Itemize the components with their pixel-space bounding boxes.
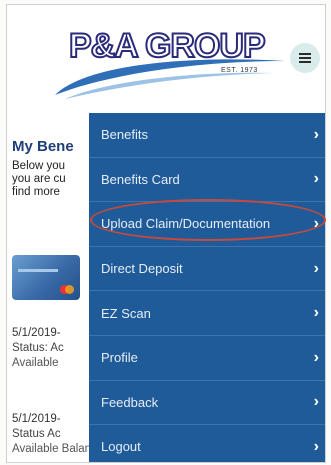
chevron-right-icon: › (313, 259, 319, 277)
menu-item-label: Benefits (101, 127, 148, 143)
menu-item-label: EZ Scan (101, 305, 151, 321)
menu-item-label: Logout (101, 439, 141, 455)
app-screen: P&A GROUP EST. 1973 My Bene Below you yo… (6, 4, 326, 463)
entry-status: Status: Ac (12, 342, 64, 354)
chevron-right-icon: › (313, 214, 319, 232)
header: P&A GROUP EST. 1973 (7, 5, 325, 105)
menu-item-feedback[interactable]: Feedback › (89, 381, 325, 426)
mastercard-logo-icon (60, 285, 74, 294)
menu-item-profile[interactable]: Profile › (89, 336, 325, 381)
chevron-right-icon: › (313, 348, 319, 366)
logo-established: EST. 1973 (221, 67, 258, 74)
menu-item-label: Upload Claim/Documentation (101, 216, 271, 232)
chevron-right-icon: › (313, 304, 319, 322)
menu-item-ez-scan[interactable]: EZ Scan › (89, 291, 325, 336)
menu-item-logout[interactable]: Logout › (89, 425, 325, 462)
menu-item-label: Feedback (101, 394, 159, 410)
entry-date: 5/1/2019- (12, 327, 61, 339)
hamburger-menu-icon (299, 51, 311, 65)
menu-item-label: Profile (101, 350, 138, 366)
menu-item-label: Benefits Card (101, 171, 180, 187)
chevron-right-icon: › (313, 170, 319, 188)
chevron-right-icon: › (313, 393, 319, 411)
entry-balance: Available (12, 357, 59, 369)
menu-item-direct-deposit[interactable]: Direct Deposit › (89, 247, 325, 292)
menu-button[interactable] (290, 43, 320, 73)
menu-item-benefits[interactable]: Benefits › (89, 113, 325, 158)
page-title: My Bene (12, 138, 74, 155)
navigation-menu: Benefits › Benefits Card › Upload Claim/… (89, 113, 325, 462)
benefits-card-image (12, 255, 80, 300)
chevron-right-icon: › (313, 437, 319, 455)
menu-item-upload-claim[interactable]: Upload Claim/Documentation › (89, 202, 325, 247)
menu-item-label: Direct Deposit (101, 261, 183, 277)
logo-wordmark: P&A GROUP (68, 26, 267, 66)
menu-item-benefits-card[interactable]: Benefits Card › (89, 158, 325, 203)
chevron-right-icon: › (313, 125, 319, 143)
list-item[interactable]: 5/1/2019- Status: Ac Available (12, 326, 64, 371)
